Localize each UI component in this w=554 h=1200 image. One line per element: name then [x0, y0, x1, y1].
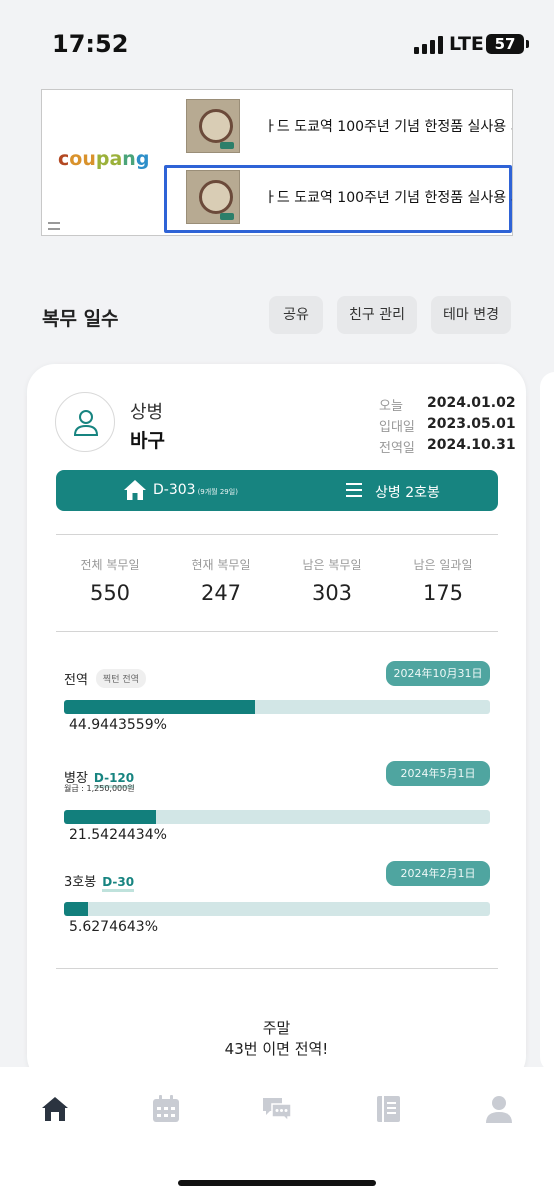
rank-label: 상병 — [130, 402, 164, 423]
signal-icon — [414, 36, 443, 54]
service-card: 상병 바구 오늘 2024.01.02 입대일 2023.05.01 전역일 2… — [27, 364, 526, 1084]
stat-remaining-days: 남은 복무일 303 — [302, 558, 362, 605]
ad-item-text: ㅏ드 도쿄역 100주년 기념 한정품 실사용 가능 — [264, 119, 512, 135]
progress-track — [64, 700, 490, 714]
salary-text: 월급 : 1,250,000원 — [64, 784, 135, 793]
coupang-logo: coupang — [58, 148, 150, 170]
calendar-icon[interactable] — [151, 1094, 181, 1124]
avatar[interactable] — [55, 392, 115, 452]
dday-text: D-303 (9개월 29일) — [153, 482, 238, 498]
theme-change-button[interactable]: 테마 변경 — [431, 296, 511, 334]
person-icon — [73, 410, 99, 436]
section-title: 복무 일수 — [42, 308, 119, 330]
status-time: 17:52 — [52, 30, 129, 58]
home-icon — [124, 480, 146, 500]
progress-track — [64, 810, 490, 824]
enlist-label: 입대일 — [379, 420, 415, 435]
divider — [56, 631, 498, 632]
stat-total-days: 전체 복무일 550 — [80, 558, 140, 605]
divider — [56, 534, 498, 535]
ad-item-text: ㅏ드 도쿄역 100주년 기념 한정품 실사용 가능 더 — [264, 190, 512, 206]
discharge-label: 전역일 — [379, 441, 415, 456]
progress-percent: 44.9443559% — [69, 717, 167, 733]
today-value: 2024.01.02 — [427, 395, 516, 411]
discharge-value: 2024.10.31 — [427, 437, 516, 453]
date-badge[interactable]: 2024年5月1日 — [386, 761, 490, 786]
status-bar: 17:52 LTE 57 — [0, 0, 554, 80]
progress-title-grade: 3호봉 D-30 — [64, 875, 135, 892]
home-icon[interactable] — [40, 1094, 70, 1124]
dday-bar[interactable]: D-303 (9개월 29일) 상병 2호봉 — [56, 470, 498, 511]
ad-item[interactable]: ㅏ드 도쿄역 100주년 기념 한정품 실사용 가능 더 — [186, 170, 512, 224]
divider — [56, 968, 498, 969]
friends-manage-button[interactable]: 친구 관리 — [337, 296, 417, 334]
ad-banner[interactable]: coupang ㅏ드 도쿄역 100주년 기념 한정품 실사용 가능 ㅏ드 도쿄… — [41, 89, 513, 236]
dday-sub: (9개월 29일) — [197, 488, 238, 496]
progress-percent: 5.6274643% — [69, 919, 159, 935]
network-label: LTE — [449, 33, 484, 55]
share-button[interactable]: 공유 — [269, 296, 323, 334]
date-badge[interactable]: 2024年10月31日 — [386, 661, 490, 686]
ad-menu-icon[interactable] — [48, 222, 60, 230]
book-icon[interactable] — [373, 1094, 403, 1124]
list-icon — [346, 482, 362, 498]
name-label: 바구 — [130, 430, 165, 452]
progress-percent: 21.5424434% — [69, 827, 167, 843]
stat-remaining-workdays: 남은 일과일 175 — [413, 558, 473, 605]
next-card-peek[interactable] — [540, 372, 554, 1072]
date-badge[interactable]: 2024年2月1日 — [386, 861, 490, 886]
today-label: 오늘 — [379, 399, 403, 414]
progress-fill — [64, 810, 156, 824]
battery-icon: 57 — [486, 34, 529, 54]
dday-link[interactable]: D-30 — [102, 875, 135, 892]
product-image — [186, 99, 240, 153]
progress-fill — [64, 700, 256, 714]
enlist-value: 2023.05.01 — [427, 416, 516, 432]
chat-icon[interactable] — [262, 1094, 292, 1124]
home-indicator — [178, 1180, 376, 1186]
weekend-message: 주말 43번 이면 전역! — [224, 1019, 329, 1058]
progress-title-discharge: 전역 찍턴 전역 — [64, 669, 146, 688]
progress-fill — [64, 902, 88, 916]
product-image — [186, 170, 240, 224]
progress-track — [64, 902, 490, 916]
profile-icon[interactable] — [484, 1094, 514, 1124]
ad-item[interactable]: ㅏ드 도쿄역 100주년 기념 한정품 실사용 가능 — [186, 99, 512, 153]
rank-grade: 상병 2호봉 — [375, 485, 440, 501]
discharge-type-chip[interactable]: 찍턴 전역 — [95, 669, 146, 688]
dday-value: D-303 — [153, 482, 196, 498]
stat-current-days: 현재 복무일 247 — [191, 558, 251, 605]
